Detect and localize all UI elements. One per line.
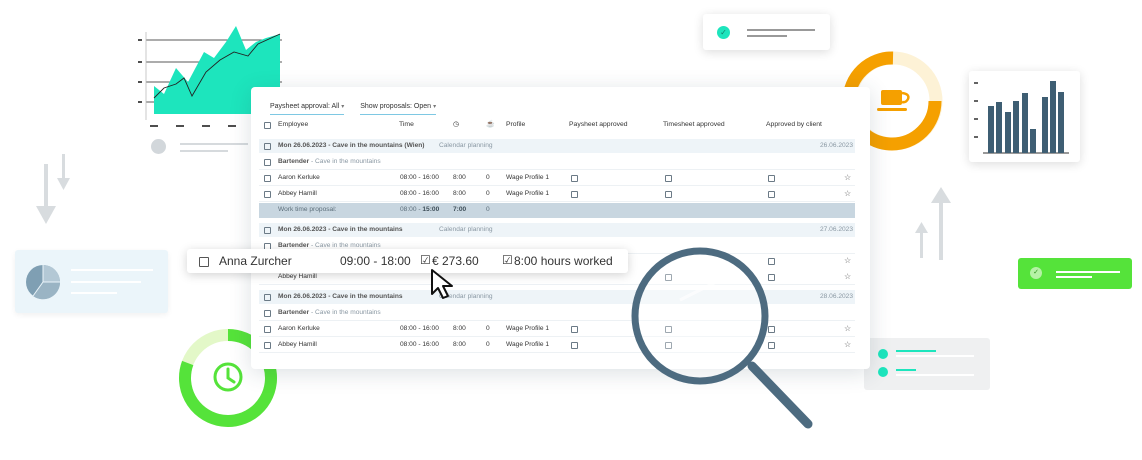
filter-bar: Paysheet approval: All ▾ Show proposals: …: [270, 103, 450, 115]
caret-down-icon: ▾: [433, 104, 437, 110]
row-checkbox[interactable]: [264, 175, 271, 182]
day-row: Mon 26.06.2023 - Cave in the mountains (…: [259, 139, 855, 153]
timesheet-approved-checkbox[interactable]: [665, 191, 672, 198]
clock-icon: ◷: [453, 121, 460, 128]
employee-name: Abbey Hamill: [278, 190, 317, 197]
employee-name: Abbey Hamill: [278, 341, 317, 348]
check-icon: ✓: [1030, 267, 1042, 279]
floating-employee-card[interactable]: Anna Zurcher 09:00 - 18:00 ☑ € 273.60 ☑ …: [187, 249, 628, 273]
client-approved-checkbox[interactable]: [768, 175, 775, 182]
hours-worked: 8:00 hours worked: [514, 254, 613, 268]
employee-name: Anna Zurcher: [219, 254, 292, 268]
paysheet-approved-checkbox[interactable]: [571, 175, 578, 182]
employee-name: Aaron Kerluke: [278, 174, 320, 181]
employee-name: Aaron Kerluke: [278, 325, 320, 332]
paysheet-approved-checkbox[interactable]: [571, 326, 578, 333]
row-checkbox[interactable]: [264, 191, 271, 198]
hours-check-icon: ☑: [502, 253, 513, 267]
avatar-placeholder: [151, 139, 166, 154]
star-icon[interactable]: ☆: [844, 187, 851, 201]
row-checkbox[interactable]: [264, 342, 271, 349]
paysheet-approval-filter[interactable]: Paysheet approval: All ▾: [270, 103, 345, 115]
star-icon[interactable]: ☆: [844, 338, 851, 352]
row-checkbox[interactable]: [264, 143, 271, 150]
client-approved-checkbox[interactable]: [768, 191, 775, 198]
row-checkbox[interactable]: [264, 310, 271, 317]
col-timesheet-approved[interactable]: Timesheet approved: [663, 118, 725, 132]
paysheet-approved-checkbox[interactable]: [571, 191, 578, 198]
star-icon[interactable]: ☆: [844, 254, 851, 268]
check-icon: ✓: [717, 26, 730, 39]
col-approved-by-client[interactable]: Approved by client: [766, 118, 822, 132]
caret-down-icon: ▾: [341, 104, 345, 110]
star-icon[interactable]: ☆: [844, 171, 851, 185]
select-all-checkbox[interactable]: [264, 122, 271, 129]
row-checkbox[interactable]: [264, 326, 271, 333]
employee-checkbox[interactable]: [199, 257, 209, 267]
star-icon[interactable]: ☆: [844, 322, 851, 336]
down-arrows-illustration: [36, 154, 70, 224]
cursor-icon: [431, 269, 453, 299]
day-row: Mon 26.06.2023 - Cave in the mountains C…: [259, 223, 855, 237]
table-row[interactable]: Aaron Kerluke 08:00 - 16:00 8:00 0 Wage …: [259, 171, 855, 186]
table-row[interactable]: Abbey Hamill 08:00 - 16:00 8:00 0 Wage P…: [259, 187, 855, 202]
col-employee[interactable]: Employee: [278, 118, 308, 132]
amount-value: € 273.60: [432, 254, 479, 268]
text-placeholder-line: [180, 150, 228, 152]
shift-time: 09:00 - 18:00: [340, 254, 411, 268]
star-icon[interactable]: ☆: [844, 270, 851, 284]
amount-check-icon: ☑: [420, 253, 431, 267]
magnifying-glass-icon: [631, 247, 813, 429]
col-time[interactable]: Time: [399, 118, 414, 132]
timesheet-approved-checkbox[interactable]: [665, 175, 672, 182]
work-time-proposal-row[interactable]: Work time proposal: 08:00 - 15:00 7:00 0: [259, 203, 855, 218]
bar-chart-icon: [974, 81, 1069, 154]
table-header: Employee Time ◷ ☕ Profile Paysheet appro…: [259, 118, 855, 132]
role-row: Bartender - Cave in the mountains: [259, 155, 855, 170]
pie-chart-card: [15, 250, 168, 313]
text-placeholder-line: [180, 143, 248, 145]
green-status-card: ✓: [1018, 258, 1132, 289]
notification-card: ✓: [703, 14, 830, 50]
row-checkbox[interactable]: [264, 294, 271, 301]
paysheet-approved-checkbox[interactable]: [571, 342, 578, 349]
list-card: [864, 338, 990, 390]
bar-chart-card: [969, 71, 1080, 162]
col-profile[interactable]: Profile: [506, 118, 525, 132]
up-arrows-illustration: [915, 187, 951, 260]
pie-chart-icon: [26, 265, 61, 300]
row-checkbox[interactable]: [264, 159, 271, 166]
row-checkbox[interactable]: [264, 227, 271, 234]
coffee-icon: ☕: [486, 121, 495, 128]
col-paysheet-approved[interactable]: Paysheet approved: [569, 118, 628, 132]
show-proposals-filter[interactable]: Show proposals: Open ▾: [360, 103, 437, 115]
